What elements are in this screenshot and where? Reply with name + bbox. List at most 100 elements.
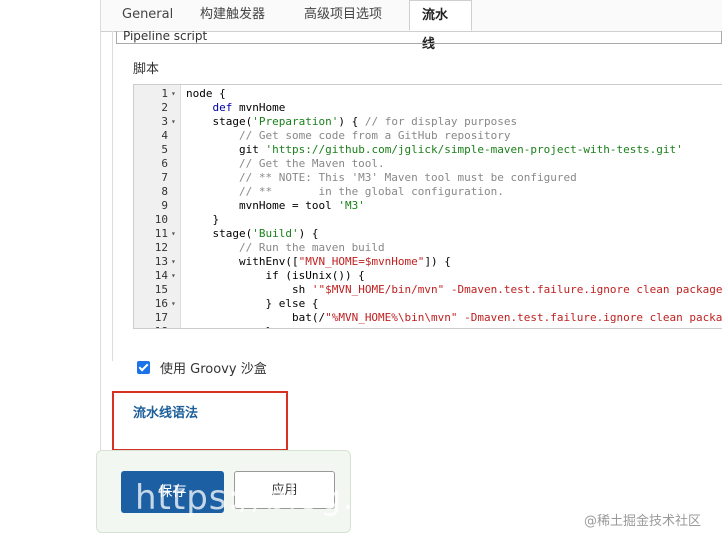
code-text: // ** in the global configuration. bbox=[186, 185, 504, 199]
code-token: bat(/ bbox=[186, 311, 326, 324]
code-text: } else { bbox=[186, 297, 318, 311]
code-line: 5 git 'https://github.com/jglick/simple-… bbox=[134, 143, 722, 157]
code-token: "%MVN_HOME%\bin\mvn" -Dmaven.test.failur… bbox=[325, 311, 722, 324]
line-number: 5 bbox=[161, 143, 168, 156]
tab-pipeline[interactable]: 流水线 bbox=[409, 0, 472, 52]
code-token: stage( bbox=[186, 115, 253, 128]
code-text: mvnHome = tool 'M3' bbox=[186, 199, 365, 213]
code-token: mvnHome = tool bbox=[186, 199, 339, 212]
code-token: // ** NOTE: This 'M3' Maven tool must be… bbox=[186, 171, 577, 184]
code-token: } else { bbox=[186, 297, 319, 310]
code-text: sh '"$MVN_HOME/bin/mvn" -Dmaven.test.fai… bbox=[186, 283, 722, 297]
code-token: ) { bbox=[298, 227, 319, 240]
line-number: 9 bbox=[161, 199, 168, 212]
code-token: // ** in the global configuration. bbox=[186, 185, 504, 198]
tab-general[interactable]: General bbox=[110, 0, 185, 31]
code-token: ]) { bbox=[424, 255, 451, 268]
code-text: git 'https://github.com/jglick/simple-ma… bbox=[186, 143, 683, 157]
line-number: 8 bbox=[161, 185, 168, 198]
line-number: 1 bbox=[161, 87, 168, 100]
code-text: stage('Build') { bbox=[186, 227, 318, 241]
code-line: 8 // ** in the global configuration. bbox=[134, 185, 722, 199]
annotation-highlight-box bbox=[112, 391, 288, 451]
definition-select[interactable]: Pipeline script bbox=[116, 31, 722, 44]
script-editor[interactable]: 1 ▾ node {2 def mvnHome 3 ▾ stage('Preparati… bbox=[133, 84, 722, 329]
code-line: 15 sh '"$MVN_HOME/bin/mvn" -Dmaven.test.… bbox=[134, 283, 722, 297]
code-text: } bbox=[186, 325, 272, 328]
groovy-sandbox-label: 使用 Groovy 沙盒 bbox=[160, 361, 267, 377]
code-line: 16 ▾ } else { bbox=[134, 297, 722, 311]
watermark-site: @稀土掘金技术社区 bbox=[584, 514, 702, 529]
code-text: // ** NOTE: This 'M3' Maven tool must be… bbox=[186, 171, 577, 185]
code-line: 7 // ** NOTE: This 'M3' Maven tool must … bbox=[134, 171, 722, 185]
code-token: // Run the maven build bbox=[186, 241, 385, 254]
line-number: 13 bbox=[154, 255, 168, 268]
fold-arrow-icon[interactable]: ▾ bbox=[171, 255, 179, 269]
fold-arrow-icon[interactable]: ▾ bbox=[171, 297, 179, 311]
code-token: 'Preparation' bbox=[252, 115, 339, 128]
code-text: } bbox=[186, 213, 219, 227]
script-label: 脚本 bbox=[133, 62, 160, 77]
code-text: stage('Preparation') { // for display pu… bbox=[186, 115, 517, 129]
code-token: withEnv([ bbox=[186, 255, 299, 268]
code-line: 17 bat(/"%MVN_HOME%\bin\mvn" -Dmaven.tes… bbox=[134, 311, 722, 325]
code-text: bat(/"%MVN_HOME%\bin\mvn" -Dmaven.test.f… bbox=[186, 311, 722, 325]
line-number: 7 bbox=[161, 171, 168, 184]
line-number: 16 bbox=[154, 297, 168, 310]
code-token: 'https://github.com/jglick/simple-maven-… bbox=[265, 143, 683, 156]
line-number: 17 bbox=[154, 311, 168, 324]
page-left-margin bbox=[0, 0, 100, 533]
code-text: withEnv(["MVN_HOME=$mvnHome"]) { bbox=[186, 255, 451, 269]
fold-arrow-icon[interactable]: ▾ bbox=[171, 227, 179, 241]
code-line: 1 ▾ node { bbox=[134, 87, 722, 101]
code-token: } bbox=[186, 213, 220, 226]
line-number: 2 bbox=[161, 101, 168, 114]
fold-arrow-icon[interactable]: ▾ bbox=[171, 87, 179, 101]
groovy-sandbox-checkbox[interactable] bbox=[137, 360, 150, 374]
code-line: 2 def mvnHome bbox=[134, 101, 722, 115]
config-tabbar: General 构建触发器 高级项目选项 流水线 bbox=[101, 0, 722, 52]
code-token: // for display purposes bbox=[364, 115, 518, 128]
line-number: 11 bbox=[154, 227, 168, 240]
code-line: 12 // Run the maven build bbox=[134, 241, 722, 255]
line-number: 12 bbox=[154, 241, 168, 254]
code-line: 14 ▾ if (isUnix()) { bbox=[134, 269, 722, 283]
code-token: // Get some code from a GitHub repositor… bbox=[186, 129, 511, 142]
line-number: 15 bbox=[154, 283, 168, 296]
code-text: node { bbox=[186, 87, 226, 101]
code-text: // Run the maven build bbox=[186, 241, 385, 255]
line-number: 10 bbox=[154, 213, 168, 226]
tab-advanced-project-options[interactable]: 高级项目选项 bbox=[292, 0, 394, 31]
code-token: mvnHome bbox=[232, 101, 286, 114]
code-token: node { bbox=[186, 87, 226, 100]
line-number: 4 bbox=[161, 129, 168, 142]
line-number: 3 bbox=[161, 115, 168, 128]
code-text: if (isUnix()) { bbox=[186, 269, 365, 283]
code-token: ) { bbox=[338, 115, 365, 128]
line-number: 18 bbox=[134, 325, 168, 328]
code-token: "MVN_HOME=$mvnHome" bbox=[298, 255, 425, 268]
line-number: 6 bbox=[161, 157, 168, 170]
code-text: def mvnHome bbox=[186, 101, 285, 115]
code-text: // Get some code from a GitHub repositor… bbox=[186, 129, 511, 143]
code-token: def bbox=[186, 101, 233, 114]
fold-arrow-icon[interactable]: ▾ bbox=[171, 269, 179, 283]
code-line: 9 mvnHome = tool 'M3' bbox=[134, 199, 722, 213]
code-text: // Get the Maven tool. bbox=[186, 157, 385, 171]
line-number: 14 bbox=[154, 269, 168, 282]
groovy-sandbox-row[interactable]: 使用 Groovy 沙盒 bbox=[137, 358, 267, 377]
code-line: 3 ▾ stage('Preparation') { // for display… bbox=[134, 115, 722, 129]
code-token: sh bbox=[186, 283, 312, 296]
code-line: 13 ▾ withEnv(["MVN_HOME=$mvnHome"]) { bbox=[134, 255, 722, 269]
editor-lines: 1 ▾ node {2 def mvnHome 3 ▾ stage('Preparati… bbox=[134, 87, 722, 328]
code-token: '"$MVN_HOME/bin/mvn" -Dmaven.test.failur… bbox=[311, 283, 722, 296]
code-line: 6 // Get the Maven tool. bbox=[134, 157, 722, 171]
code-line: 4 // Get some code from a GitHub reposit… bbox=[134, 129, 722, 143]
code-line: 10 } bbox=[134, 213, 722, 227]
code-token: if (isUnix()) { bbox=[186, 269, 365, 282]
code-token: } bbox=[186, 325, 272, 328]
code-line: 11 ▾ stage('Build') { bbox=[134, 227, 722, 241]
fold-arrow-icon[interactable]: ▾ bbox=[171, 115, 179, 129]
tab-build-triggers[interactable]: 构建触发器 bbox=[188, 0, 277, 31]
code-token: stage( bbox=[186, 227, 253, 240]
